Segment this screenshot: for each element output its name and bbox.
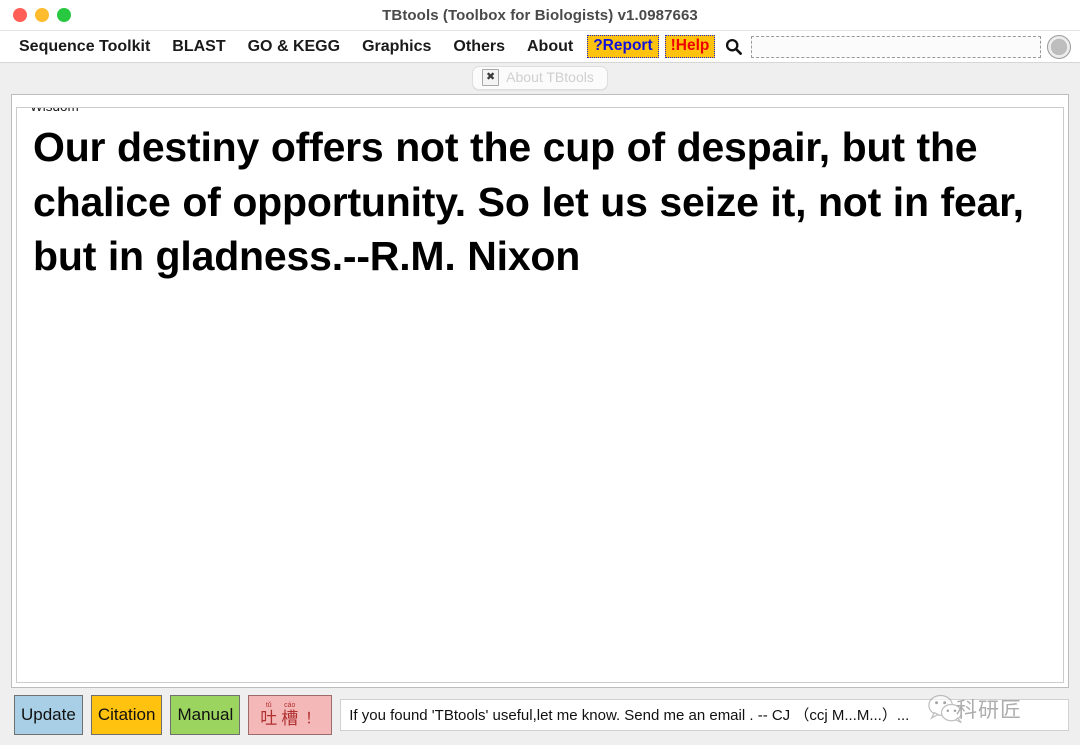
ruby-pinyin-cao: cáo — [284, 702, 296, 709]
status-message-text: If you found 'TBtools' useful,let me kno… — [349, 707, 910, 724]
tab-label: About TBtools — [506, 69, 594, 85]
close-window-button[interactable] — [13, 8, 27, 22]
manual-button[interactable]: Manual — [170, 694, 241, 735]
ruby-pinyin-tu: tǔ — [265, 702, 272, 709]
wisdom-quote-text: Our destiny offers not the cup of despai… — [33, 124, 1024, 280]
content-panel: Wisdom Our destiny offers not the cup of… — [11, 94, 1069, 688]
menu-item-graphics[interactable]: Graphics — [351, 35, 442, 59]
ruby-base-tu: 吐 — [260, 709, 278, 728]
wisdom-group-box: Wisdom Our destiny offers not the cup of… — [16, 107, 1064, 683]
tab-close-icon[interactable]: ✖ — [482, 68, 500, 86]
ruby-char-tu: tǔ 吐 — [260, 702, 277, 727]
tucao-ruby-text: tǔ 吐 cáo 槽 ！ — [260, 702, 320, 727]
title-bar: TBtools (Toolbox for Biologists) v1.0987… — [0, 0, 1080, 31]
update-button[interactable]: Update — [14, 694, 83, 735]
search-icon[interactable] — [722, 36, 744, 58]
help-button[interactable]: !Help — [664, 34, 716, 59]
record-indicator-button[interactable] — [1047, 34, 1071, 59]
ruby-base-cao: 槽 — [281, 709, 299, 728]
window-controls — [13, 8, 71, 22]
wisdom-group-title: Wisdom — [26, 108, 83, 114]
menu-item-others[interactable]: Others — [442, 35, 516, 59]
menu-item-blast[interactable]: BLAST — [161, 35, 236, 59]
window-title: TBtools (Toolbox for Biologists) v1.0987… — [382, 6, 698, 24]
main-content-area: Wisdom Our destiny offers not the cup of… — [0, 92, 1080, 688]
feedback-tucao-button[interactable]: tǔ 吐 cáo 槽 ！ — [248, 694, 333, 735]
report-button[interactable]: ?Report — [587, 34, 659, 59]
maximize-window-button[interactable] — [57, 8, 71, 22]
bottom-toolbar: Update Citation Manual tǔ 吐 cáo 槽 ！ If y… — [0, 688, 1080, 745]
search-input[interactable] — [751, 35, 1041, 58]
ruby-char-cao: cáo 槽 — [281, 702, 298, 727]
menu-item-about[interactable]: About — [516, 35, 584, 59]
menu-item-sequence-toolkit[interactable]: Sequence Toolkit — [8, 35, 161, 59]
tab-strip: ✖ About TBtools — [0, 63, 1080, 92]
tab-about-tbtools[interactable]: ✖ About TBtools — [472, 65, 608, 90]
tucao-exclamation: ！ — [305, 710, 321, 727]
citation-button[interactable]: Citation — [90, 694, 163, 735]
status-message-field[interactable]: If you found 'TBtools' useful,let me kno… — [340, 698, 1069, 731]
menu-bar: Sequence Toolkit BLAST GO & KEGG Graphic… — [0, 31, 1080, 63]
minimize-window-button[interactable] — [35, 8, 49, 22]
menu-item-go-and-kegg[interactable]: GO & KEGG — [237, 35, 351, 59]
application-window: TBtools (Toolbox for Biologists) v1.0987… — [0, 0, 1080, 745]
